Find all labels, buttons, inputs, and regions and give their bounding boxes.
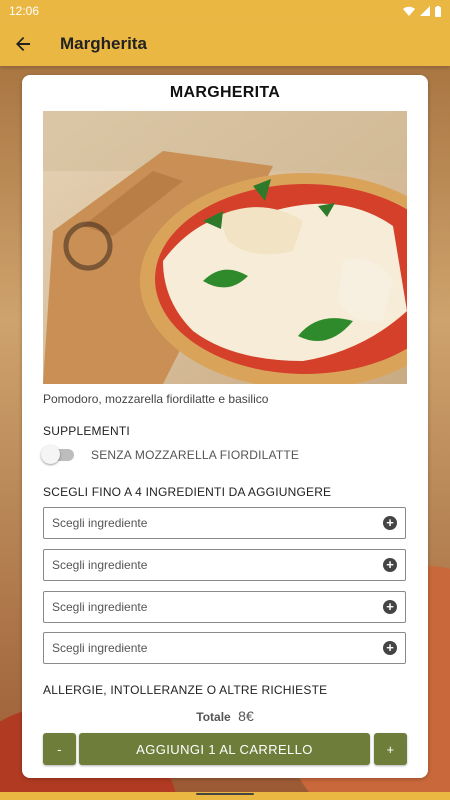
supplements-heading: SUPPLEMENTI	[43, 424, 130, 438]
battery-icon	[435, 5, 441, 17]
ingredient-select-placeholder: Scegli ingrediente	[52, 516, 148, 530]
arrow-back-icon	[16, 37, 30, 51]
ingredient-select-2[interactable]: Scegli ingrediente +	[43, 549, 406, 581]
decrease-quantity-button[interactable]: -	[43, 733, 76, 765]
supplement-toggle[interactable]	[41, 445, 74, 464]
total-value: 8€	[238, 708, 254, 724]
ingredient-select-3[interactable]: Scegli ingrediente +	[43, 591, 406, 623]
total-price: Totale 8€	[22, 708, 428, 726]
ingredient-select-placeholder: Scegli ingrediente	[52, 558, 148, 572]
app-bar: Margherita	[0, 22, 450, 66]
add-circle-icon: +	[383, 600, 397, 614]
product-photo	[43, 111, 407, 384]
pizza-image	[43, 111, 407, 384]
add-circle-icon: +	[383, 516, 397, 530]
page-title: Margherita	[60, 34, 147, 53]
back-button[interactable]	[0, 22, 46, 66]
status-time: 12:06	[9, 4, 40, 18]
total-label: Totale	[196, 710, 231, 724]
toggle-knob	[41, 445, 60, 464]
increase-quantity-button[interactable]: +	[374, 733, 407, 765]
add-to-cart-button[interactable]: AGGIUNGI 1 AL CARRELLO	[79, 733, 370, 765]
home-handle[interactable]	[196, 793, 254, 795]
signal-icon	[420, 6, 430, 16]
ingredient-select-placeholder: Scegli ingrediente	[52, 641, 148, 655]
status-bar: 12:06	[0, 0, 450, 22]
wifi-icon	[403, 6, 415, 16]
ingredient-select-1[interactable]: Scegli ingrediente +	[43, 507, 406, 539]
ingredient-select-4[interactable]: Scegli ingrediente +	[43, 632, 406, 664]
supplement-label: SENZA MOZZARELLA FIORDILATTE	[91, 448, 300, 462]
status-icons	[403, 5, 441, 17]
add-circle-icon: +	[383, 558, 397, 572]
allergies-link[interactable]: ALLERGIE, INTOLLERANZE O ALTRE RICHIESTE	[43, 683, 327, 697]
product-name: MARGHERITA	[169, 84, 281, 101]
product-card: MARGHERITA Pomodoro, mozzarella fiordila…	[22, 75, 428, 778]
ingredients-heading: SCEGLI FINO A 4 INGREDIENTI DA AGGIUNGER…	[43, 485, 332, 499]
ingredient-select-placeholder: Scegli ingrediente	[52, 600, 148, 614]
supplement-option: SENZA MOZZARELLA FIORDILATTE	[41, 445, 300, 464]
add-circle-icon: +	[383, 641, 397, 655]
product-description: Pomodoro, mozzarella fiordilatte e basil…	[43, 392, 269, 406]
